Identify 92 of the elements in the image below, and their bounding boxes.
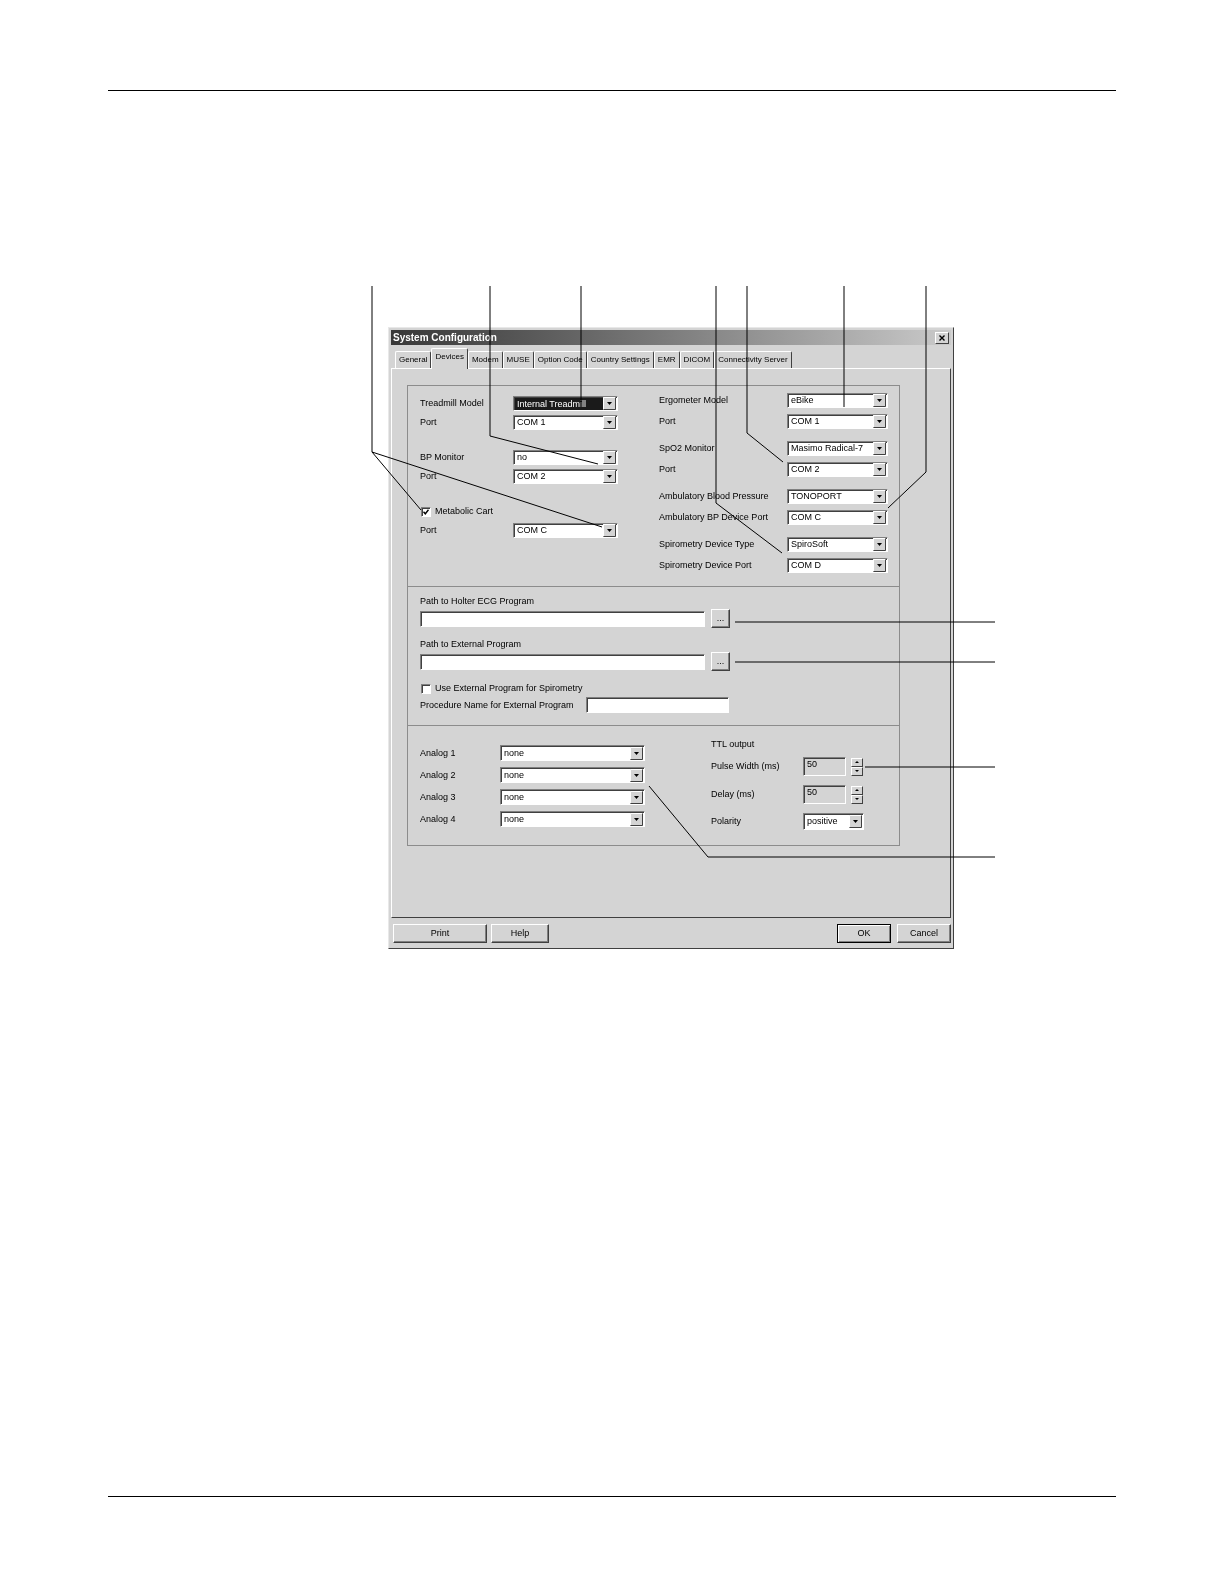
field-label: Port — [659, 416, 677, 427]
caret-down-icon — [603, 470, 616, 483]
caret-down-icon — [873, 490, 886, 503]
dialog-button[interactable]: OK — [837, 924, 891, 943]
dropdown[interactable]: none — [500, 767, 645, 783]
field-label: Port — [420, 471, 438, 482]
dropdown[interactable]: COM C — [513, 523, 618, 538]
spin-down-button[interactable] — [851, 794, 863, 804]
caret-down-icon — [873, 415, 886, 428]
field-label: Metabolic Cart — [435, 506, 494, 517]
tab[interactable]: Country Settings — [586, 351, 654, 368]
dropdown[interactable]: SpiroSoft — [787, 537, 888, 552]
field-label: Treadmill Model — [420, 398, 485, 409]
section-heading: TTL output — [711, 739, 756, 750]
caret-down-icon — [855, 770, 859, 772]
caret-down-icon — [873, 442, 886, 455]
field-label: Delay (ms) — [711, 789, 756, 800]
caret-down-icon — [603, 416, 616, 429]
field-label: Spirometry Device Type — [659, 539, 756, 550]
caret-down-icon — [603, 397, 616, 410]
spin-down-button[interactable] — [851, 766, 863, 776]
dropdown[interactable]: none — [500, 789, 645, 805]
field-label: Analog 3 — [420, 791, 457, 803]
field-label: Port — [420, 525, 438, 536]
field-label: Spirometry Device Port — [659, 560, 753, 571]
field-label: Polarity — [711, 816, 742, 827]
checkbox[interactable] — [421, 506, 431, 517]
caret-down-icon — [603, 451, 616, 464]
spin-up-button[interactable] — [851, 785, 863, 795]
field-label: BP Monitor — [420, 452, 466, 463]
caret-down-icon — [630, 768, 643, 782]
field-label: Path to External Program — [420, 639, 523, 650]
field-label: Pulse Width (ms) — [711, 761, 781, 772]
close-button[interactable] — [935, 331, 949, 344]
field-label: Ergometer Model — [659, 395, 730, 406]
dialog-button[interactable]: Print — [393, 924, 487, 943]
field-label: Analog 1 — [420, 747, 457, 759]
field-label: Analog 2 — [420, 769, 457, 781]
dropdown[interactable]: COM C — [787, 510, 888, 525]
field-label: Port — [420, 417, 438, 428]
tab[interactable]: Connectivity Server — [714, 351, 792, 368]
dropdown[interactable]: COM 1 — [513, 415, 618, 430]
caret-down-icon — [630, 746, 643, 760]
caret-down-icon — [873, 538, 886, 551]
browse-button[interactable]: ... — [711, 652, 730, 671]
text-field[interactable] — [420, 610, 705, 627]
caret-down-icon — [849, 815, 862, 828]
dropdown[interactable]: none — [500, 811, 645, 827]
tab[interactable]: MUSE — [502, 351, 534, 368]
field-label: Procedure Name for External Program — [420, 699, 575, 711]
dropdown[interactable]: COM 2 — [513, 469, 618, 484]
spin-up-button[interactable] — [851, 757, 863, 767]
text-field[interactable] — [586, 697, 729, 713]
field-label: Path to Holter ECG Program — [420, 596, 536, 607]
caret-down-icon — [873, 511, 886, 524]
caret-down-icon — [855, 798, 859, 800]
dropdown[interactable]: no — [513, 450, 618, 465]
dropdown[interactable]: TONOPORT — [787, 489, 888, 504]
caret-down-icon — [873, 394, 886, 407]
window-title: System Configuration — [393, 332, 497, 343]
caret-down-icon — [630, 790, 643, 804]
caret-down-icon — [630, 812, 643, 826]
field-label: Use External Program for Spirometry — [435, 683, 583, 694]
tab[interactable]: General — [395, 351, 432, 368]
dropdown[interactable]: eBike — [787, 393, 888, 408]
tab[interactable]: Option Code — [533, 351, 587, 368]
dropdown[interactable]: none — [500, 745, 645, 761]
tab[interactable]: EMR — [653, 351, 680, 368]
check-icon — [423, 508, 429, 515]
caret-down-icon — [873, 463, 886, 476]
dropdown[interactable]: COM 2 — [787, 462, 888, 477]
dialog-button[interactable]: Cancel — [897, 924, 951, 943]
field-label: Port — [659, 464, 677, 475]
checkbox[interactable] — [421, 683, 431, 694]
field-label: Analog 4 — [420, 813, 457, 825]
tab[interactable]: DICOM — [679, 351, 715, 368]
dropdown[interactable]: Masimo Radical-7 — [787, 441, 888, 456]
tab[interactable]: Devices — [431, 348, 468, 369]
dropdown[interactable]: Internal Treadmill — [513, 396, 618, 411]
dialog-button[interactable]: Help — [491, 924, 549, 943]
dropdown[interactable]: positive — [803, 813, 864, 830]
field-label: SpO2 Monitor — [659, 443, 716, 454]
dropdown[interactable]: COM 1 — [787, 414, 888, 429]
field-label: Ambulatory Blood Pressure — [659, 491, 770, 502]
caret-down-icon — [873, 559, 886, 572]
caret-down-icon — [603, 524, 616, 537]
caret-up-icon — [855, 789, 859, 791]
text-field[interactable] — [420, 653, 705, 670]
close-icon — [939, 334, 945, 341]
browse-button[interactable]: ... — [711, 609, 730, 628]
caret-up-icon — [855, 761, 859, 763]
dropdown[interactable]: COM D — [787, 558, 888, 573]
